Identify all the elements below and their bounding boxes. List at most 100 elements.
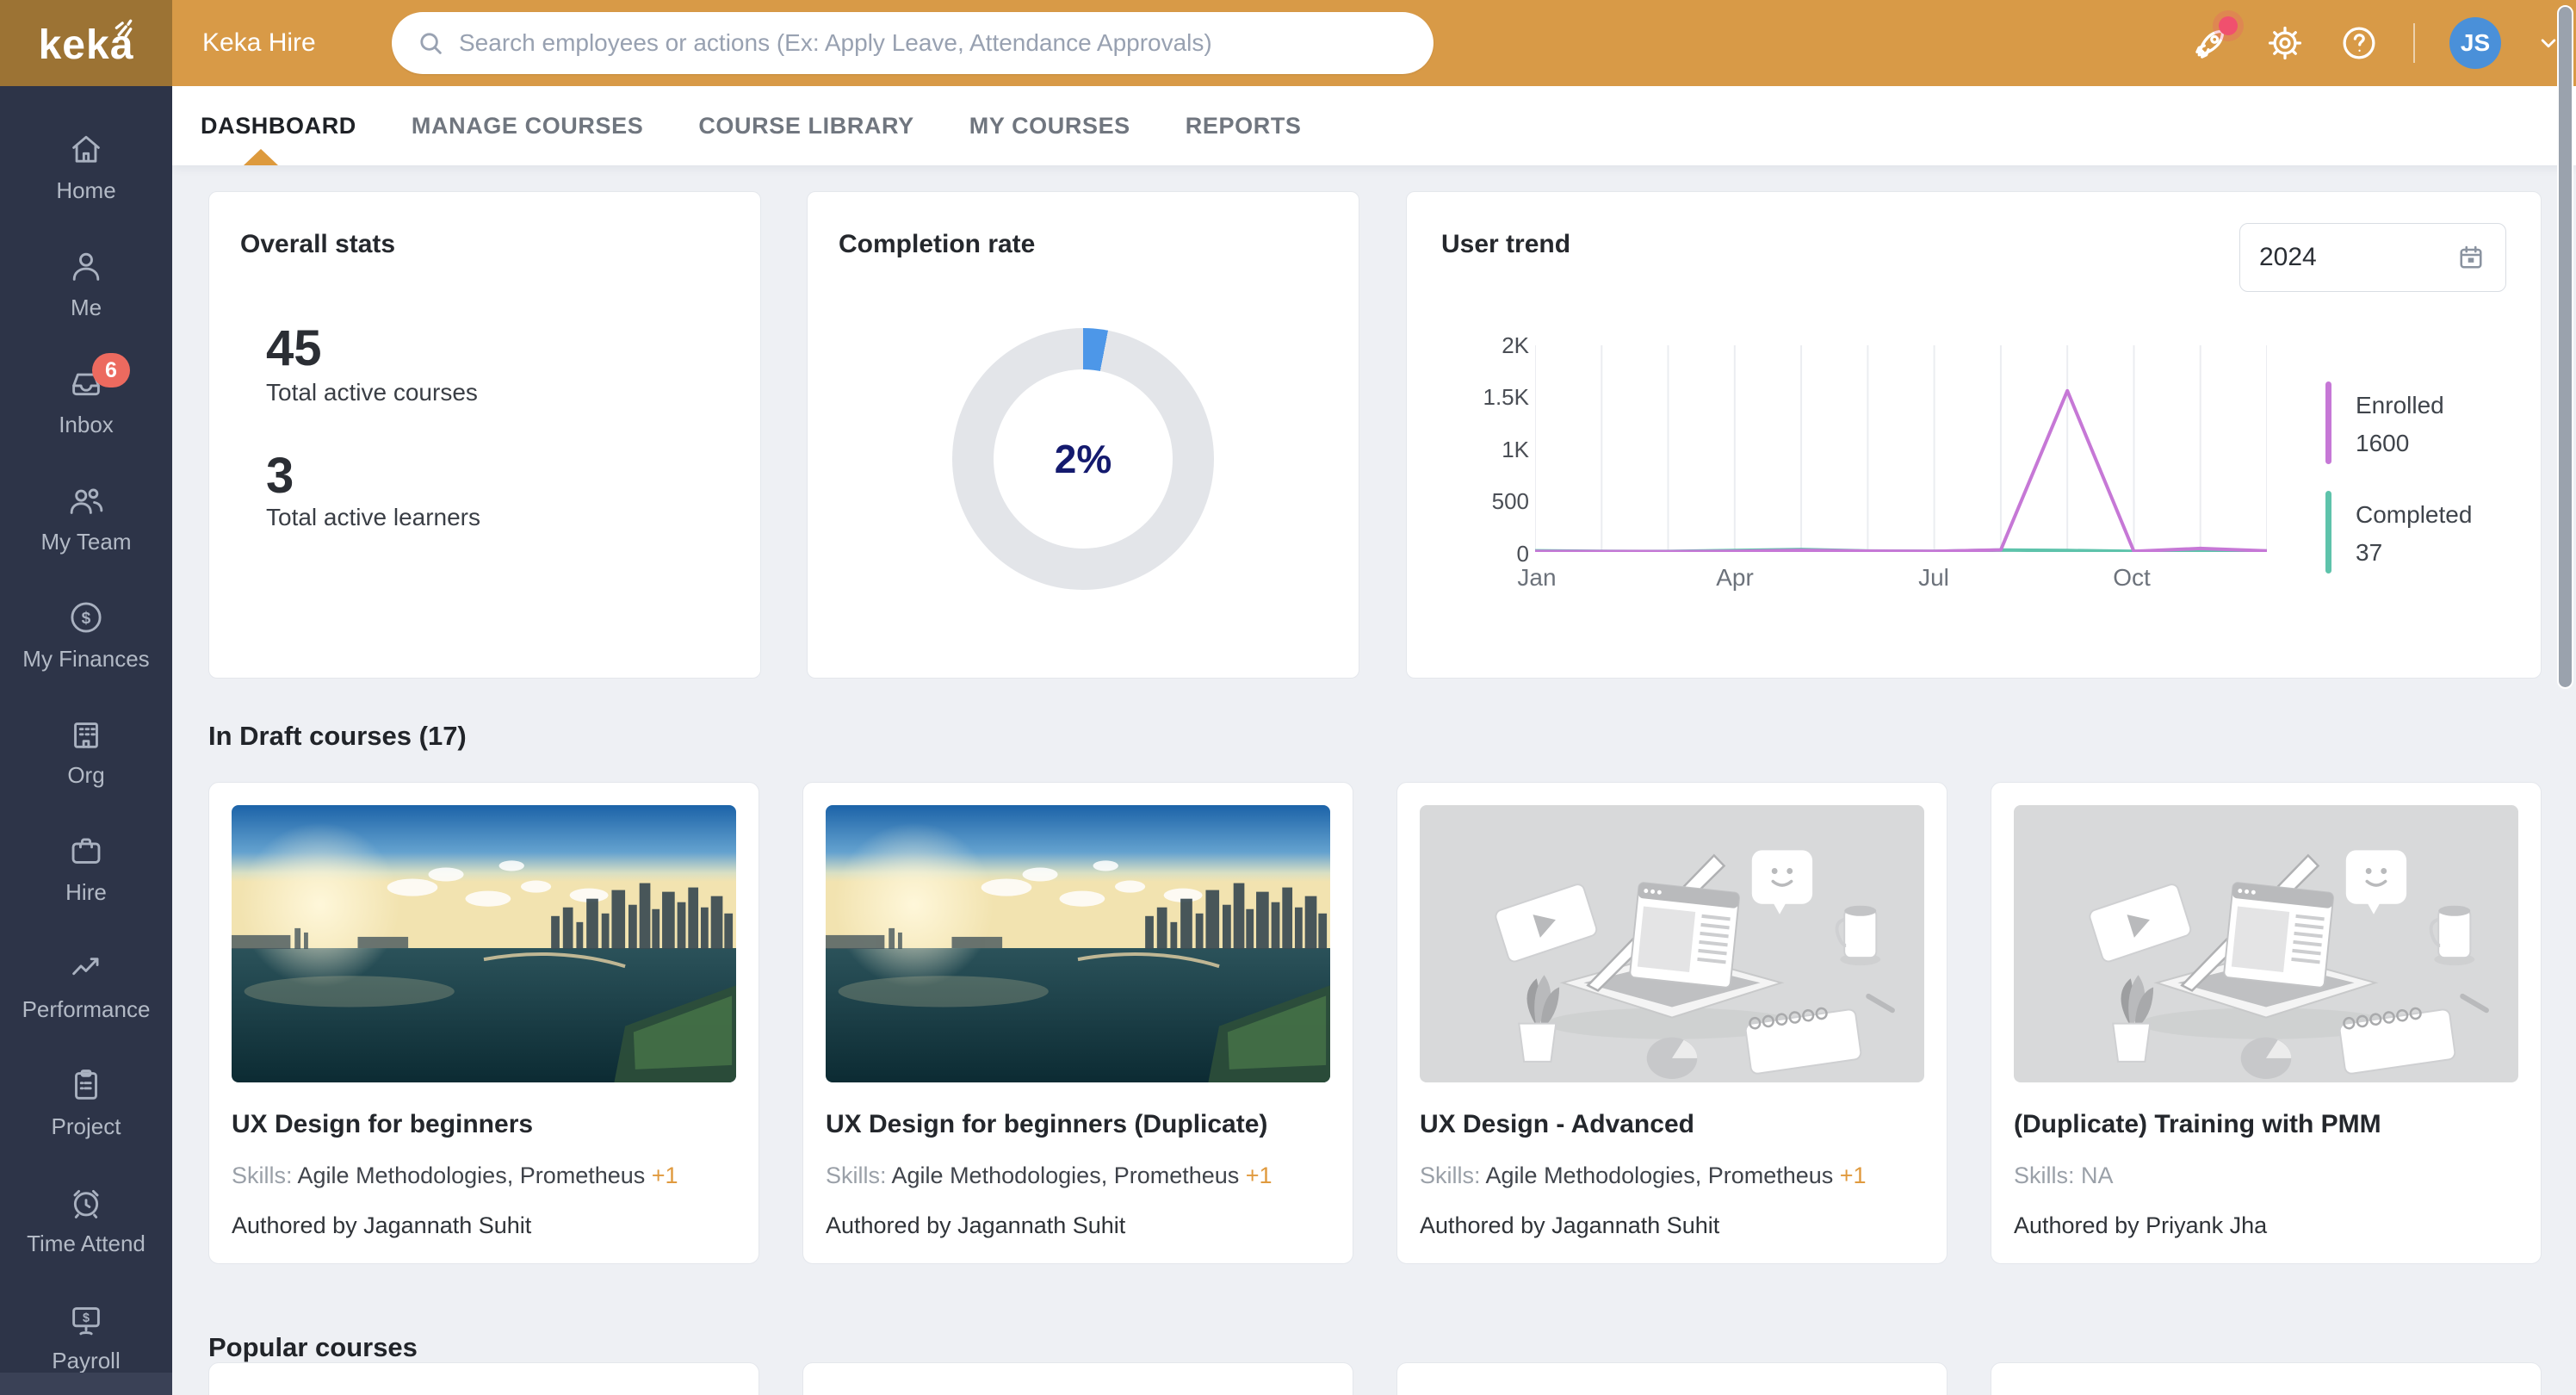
popular-courses-heading: Popular courses	[208, 1332, 418, 1363]
year-select-value: 2024	[2259, 243, 2317, 272]
course-author: Authored by Priyank Jha	[2014, 1212, 2518, 1239]
popular-course-card[interactable]	[802, 1362, 1353, 1395]
x-tick: Jan	[1494, 564, 1580, 592]
y-tick: 1K	[1460, 437, 1529, 463]
person-icon	[66, 246, 106, 286]
main-sidebar: Home Me 6 Inbox My Team $ My Finances Or…	[0, 86, 172, 1395]
completion-rate-title: Completion rate	[839, 230, 1035, 259]
course-skills: Skills: Agile Methodologies, Prometheus …	[232, 1162, 736, 1189]
global-search-input[interactable]: Search employees or actions (Ex: Apply L…	[392, 12, 1434, 74]
course-author: Authored by Jagannath Suhit	[1420, 1212, 1924, 1239]
active-courses-label: Total active courses	[266, 379, 478, 406]
topbar-actions: JS	[2191, 0, 2561, 86]
legend-enrolled-label: Enrolled	[2356, 392, 2444, 419]
course-title: (Duplicate) Training with PMM	[2014, 1110, 2518, 1139]
active-tab-indicator	[244, 149, 278, 165]
sidebar-item-inbox[interactable]: 6 Inbox	[0, 343, 172, 460]
whats-new-button[interactable]	[2191, 23, 2231, 63]
popular-course-card[interactable]	[208, 1362, 759, 1395]
course-author: Authored by Jagannath Suhit	[232, 1212, 736, 1239]
inbox-badge: 6	[92, 353, 130, 388]
y-tick: 1.5K	[1460, 384, 1529, 411]
settings-button[interactable]	[2265, 23, 2305, 63]
course-title: UX Design for beginners	[232, 1110, 736, 1139]
sidebar-item-project[interactable]: Project	[0, 1045, 172, 1162]
sidebar-item-payroll[interactable]: $ Payroll	[0, 1278, 172, 1395]
clipboard-icon	[66, 1065, 106, 1105]
course-card[interactable]: (Duplicate) Training with PMM Skills: NA…	[1991, 782, 2542, 1264]
legend-completed-label: Completed	[2356, 501, 2472, 529]
briefcase-icon	[66, 831, 106, 871]
course-card[interactable]: UX Design for beginners (Duplicate) Skil…	[802, 782, 1353, 1264]
tab-course-library[interactable]: COURSE LIBRARY	[698, 86, 913, 165]
course-card[interactable]: UX Design for beginners Skills: Agile Me…	[208, 782, 759, 1264]
course-thumbnail	[826, 805, 1330, 1082]
popular-course-card[interactable]	[1396, 1362, 1947, 1395]
sidebar-item-me[interactable]: Me	[0, 226, 172, 343]
product-name: Keka Hire	[202, 0, 316, 86]
search-placeholder: Search employees or actions (Ex: Apply L…	[459, 29, 1212, 57]
sidebar-item-home[interactable]: Home	[0, 108, 172, 226]
course-card[interactable]: UX Design - Advanced Skills: Agile Metho…	[1396, 782, 1947, 1264]
dashboard-content: Overall stats 45 Total active courses 3 …	[172, 165, 2576, 1395]
trend-arrow-icon	[66, 948, 106, 988]
search-icon	[416, 28, 445, 58]
course-skills: Skills: Agile Methodologies, Prometheus …	[1420, 1162, 1924, 1189]
calendar-icon	[2455, 242, 2486, 273]
keka-logo[interactable]: keka	[0, 0, 172, 86]
home-icon	[66, 129, 106, 169]
skills-more-link[interactable]: +1	[652, 1162, 678, 1188]
course-title: UX Design - Advanced	[1420, 1110, 1924, 1139]
sidebar-item-performance[interactable]: Performance	[0, 927, 172, 1045]
dollar-coin-icon: $	[66, 598, 106, 637]
popular-course-card[interactable]	[1991, 1362, 2542, 1395]
help-button[interactable]	[2339, 23, 2379, 63]
notification-dot	[2219, 16, 2238, 35]
svg-text:$: $	[83, 1311, 90, 1325]
tab-my-courses[interactable]: MY COURSES	[969, 86, 1130, 165]
course-skills: Skills: Agile Methodologies, Prometheus …	[826, 1162, 1330, 1189]
tab-reports[interactable]: REPORTS	[1186, 86, 1302, 165]
lms-tab-bar: DASHBOARD MANAGE COURSES COURSE LIBRARY …	[172, 86, 2576, 165]
course-thumbnail	[1420, 805, 1924, 1082]
sidebar-item-time-attend[interactable]: Time Attend	[0, 1161, 172, 1278]
draft-courses-heading: In Draft courses (17)	[208, 721, 467, 752]
tab-manage-courses[interactable]: MANAGE COURSES	[412, 86, 643, 165]
team-icon	[66, 480, 106, 520]
sidebar-item-hire[interactable]: Hire	[0, 810, 172, 927]
logo-sparkle-icon	[114, 14, 143, 40]
page-scrollbar-thumb[interactable]	[2557, 5, 2573, 689]
completion-percent: 2%	[1055, 436, 1112, 482]
year-select[interactable]: 2024	[2239, 223, 2506, 292]
user-avatar[interactable]: JS	[2449, 17, 2501, 69]
overall-stats-card: Overall stats 45 Total active courses 3 …	[208, 191, 761, 679]
payroll-monitor-icon: $	[66, 1299, 106, 1339]
completion-donut-chart: 2%	[952, 328, 1214, 590]
course-thumbnail	[2014, 805, 2518, 1082]
active-learners-value: 3	[266, 447, 294, 505]
topbar-divider	[2413, 23, 2415, 63]
tab-dashboard[interactable]: DASHBOARD	[201, 86, 356, 165]
top-bar: keka Keka Hire Search employees or actio…	[0, 0, 2576, 86]
alarm-clock-icon	[66, 1182, 106, 1222]
sidebar-item-my-finances[interactable]: $ My Finances	[0, 576, 172, 693]
course-thumbnail	[232, 805, 736, 1082]
building-icon	[66, 714, 106, 753]
user-trend-card: User trend 2024 2K 1.5K 1K 500 0 Jan Apr…	[1406, 191, 2542, 679]
y-tick: 500	[1460, 488, 1529, 515]
sidebar-item-my-team[interactable]: My Team	[0, 459, 172, 576]
x-tick: Jul	[1891, 564, 1977, 592]
skills-more-link[interactable]: +1	[1840, 1162, 1867, 1188]
skills-more-link[interactable]: +1	[1246, 1162, 1273, 1188]
x-tick: Oct	[2089, 564, 2175, 592]
gear-icon	[2265, 23, 2305, 63]
user-trend-title: User trend	[1441, 230, 1570, 259]
sidebar-item-org[interactable]: Org	[0, 693, 172, 810]
trend-plot-svg	[1535, 345, 2267, 552]
course-author: Authored by Jagannath Suhit	[826, 1212, 1330, 1239]
course-skills: Skills: NA	[2014, 1162, 2518, 1189]
active-learners-label: Total active learners	[266, 504, 480, 531]
active-courses-value: 45	[266, 319, 322, 377]
legend-enrolled-bar	[2325, 381, 2331, 464]
legend-enrolled-value: 1600	[2356, 430, 2409, 457]
